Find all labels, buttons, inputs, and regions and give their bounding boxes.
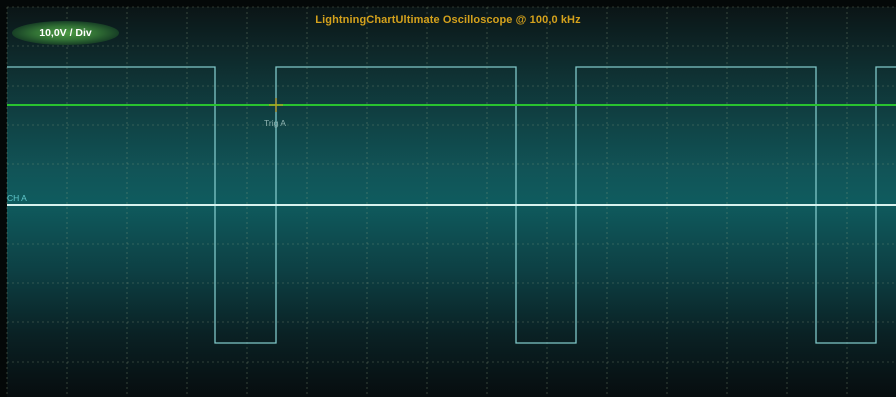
chart-title: LightningChartUltimate Oscilloscope @ 10… bbox=[315, 14, 581, 26]
oscilloscope-chart: Trig A CH A 10,0V / Div LightningChartUl… bbox=[0, 0, 896, 397]
grid bbox=[6, 6, 896, 397]
trigger-label: Trig A bbox=[264, 118, 286, 128]
channel-a-label: CH A bbox=[7, 193, 27, 203]
waveform-canvas: Trig A CH A bbox=[6, 6, 896, 397]
trigger-marker-icon[interactable] bbox=[269, 98, 283, 112]
